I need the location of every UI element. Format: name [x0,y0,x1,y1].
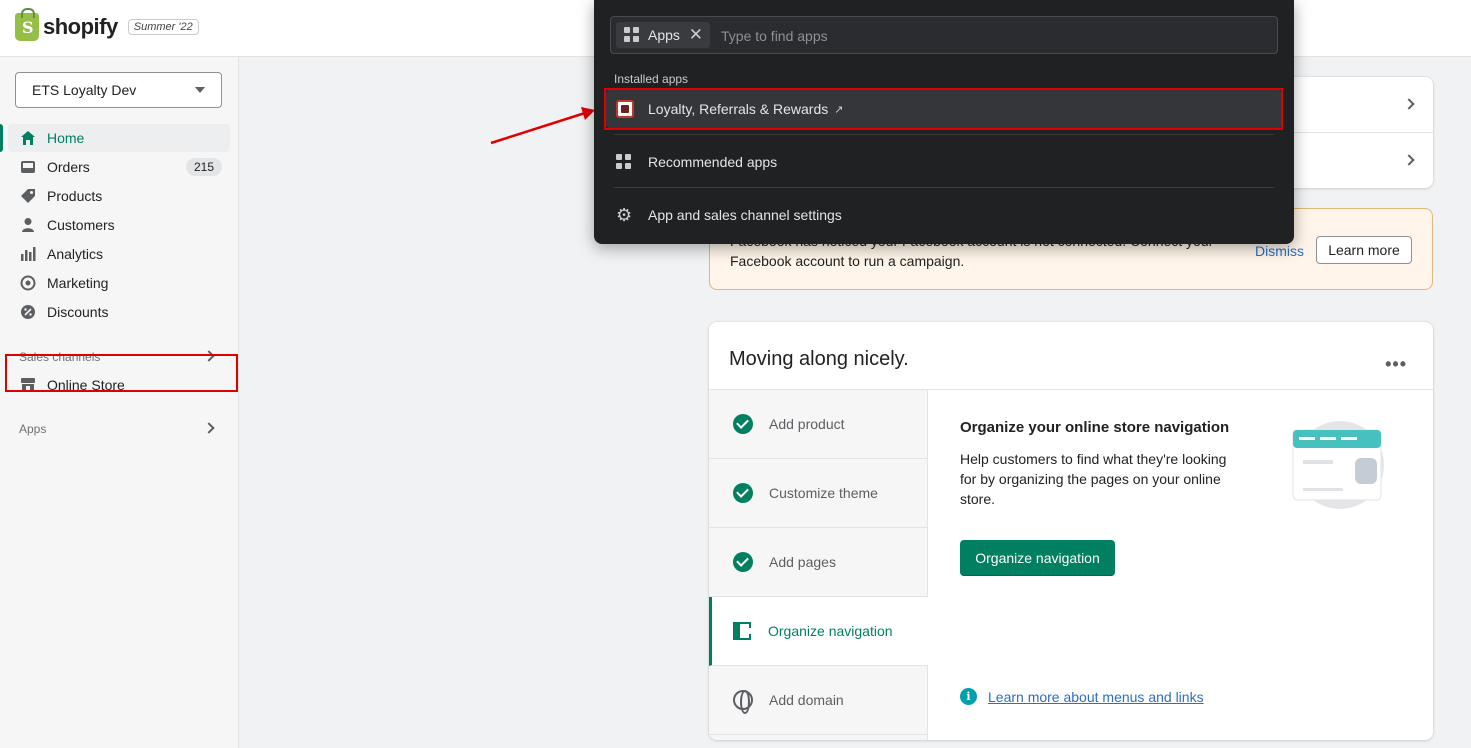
sidebar-item-label: Home [47,130,85,146]
sidebar-item-customers[interactable]: Customers [8,211,230,239]
sidebar-item-home[interactable]: Home [8,124,230,152]
app-settings-item[interactable]: ⚙ App and sales channel settings [606,196,1282,234]
navigation-illustration [1292,421,1384,509]
sidebar: ETS Loyalty Dev Home Orders 215 Products… [0,57,239,748]
apps-filter-tag[interactable]: Apps ✕ [616,22,710,48]
setup-title: Moving along nicely. [729,348,909,370]
sidebar-item-label: Products [47,188,103,204]
detail-body: Help customers to find what they're look… [960,451,1227,507]
apps-grid-icon [624,27,640,43]
setup-steps: Add product Customize theme Add pages Or… [709,390,928,740]
brand-name: shopify [43,14,118,39]
annotation-arrow [490,107,595,145]
globe-icon [733,690,753,714]
sidebar-item-orders[interactable]: Orders 215 [8,153,230,181]
sidebar-item-analytics[interactable]: Analytics [8,240,230,268]
bar-chart-icon [20,246,36,262]
step-add-domain[interactable]: Add domain [709,666,928,735]
check-circle-icon [733,414,753,434]
app-search-input[interactable] [721,25,1261,47]
apps-chevron-icon[interactable] [203,422,215,434]
step-customize-theme[interactable]: Customize theme [709,459,928,528]
step-label: Organize navigation [768,623,893,639]
orders-count-badge: 215 [185,158,222,176]
active-indicator [0,124,3,152]
learn-menus-text[interactable]: Learn more about menus and links [988,689,1204,705]
shopify-bag-icon [15,8,39,41]
target-icon [20,275,36,291]
app-search-box[interactable]: Apps ✕ [610,16,1278,54]
gear-icon: ⚙ [616,205,633,225]
step-add-product[interactable]: Add product [709,390,928,459]
apps-highlight-box [5,354,238,392]
recommended-apps-item[interactable]: Recommended apps [606,143,1282,181]
loyalty-highlight-box [604,88,1283,130]
info-icon: i [960,688,977,705]
step-label: Add domain [769,692,844,708]
setup-guide-card: Moving along nicely. ••• Add product Cus… [709,322,1433,740]
store-name: ETS Loyalty Dev [32,82,137,98]
check-circle-icon [733,552,753,572]
close-icon[interactable]: ✕ [689,25,703,45]
sidebar-item-label: Analytics [47,246,104,262]
tag-icon [20,188,36,204]
step-label: Add pages [769,554,836,570]
sidebar-item-discounts[interactable]: Discounts [8,298,230,326]
inbox-icon [20,159,36,175]
sidebar-item-label: Orders [47,159,90,175]
dismiss-link[interactable]: Dismiss [1255,243,1304,259]
learn-more-button[interactable]: Learn more [1316,236,1412,264]
step-label: Customize theme [769,485,878,501]
discount-icon [20,304,36,320]
sidebar-item-label: Discounts [47,304,109,320]
apps-grid-icon [616,154,632,170]
more-actions-icon[interactable]: ••• [1385,354,1407,375]
divider [614,134,1274,135]
sidebar-item-label: Marketing [47,275,109,291]
apps-tag-label: Apps [648,27,680,43]
recommended-apps-label: Recommended apps [648,154,778,170]
person-icon [20,217,36,233]
chevron-right-icon[interactable] [1403,154,1415,166]
learn-menus-link[interactable]: i Learn more about menus and links [960,688,1204,705]
divider [614,187,1274,188]
caret-down-icon [195,87,205,93]
sidebar-item-products[interactable]: Products [8,182,230,210]
installed-apps-heading: Installed apps [614,72,689,86]
step-label: Add product [769,416,845,432]
apps-heading[interactable]: Apps [19,422,46,436]
home-icon [20,130,36,146]
navigation-icon [733,622,751,640]
organize-navigation-button[interactable]: Organize navigation [960,540,1115,576]
sidebar-item-label: Customers [47,217,115,233]
app-settings-label: App and sales channel settings [648,207,842,223]
check-circle-icon [733,483,753,503]
chevron-right-icon[interactable] [1403,98,1415,110]
sidebar-item-marketing[interactable]: Marketing [8,269,230,297]
store-selector[interactable]: ETS Loyalty Dev [15,72,222,108]
shopify-logo[interactable]: shopify Summer '22 [15,8,199,41]
detail-title: Organize your online store navigation [960,419,1230,436]
edition-badge: Summer '22 [127,19,199,35]
step-add-pages[interactable]: Add pages [709,528,928,597]
step-organize-navigation[interactable]: Organize navigation [709,597,928,666]
